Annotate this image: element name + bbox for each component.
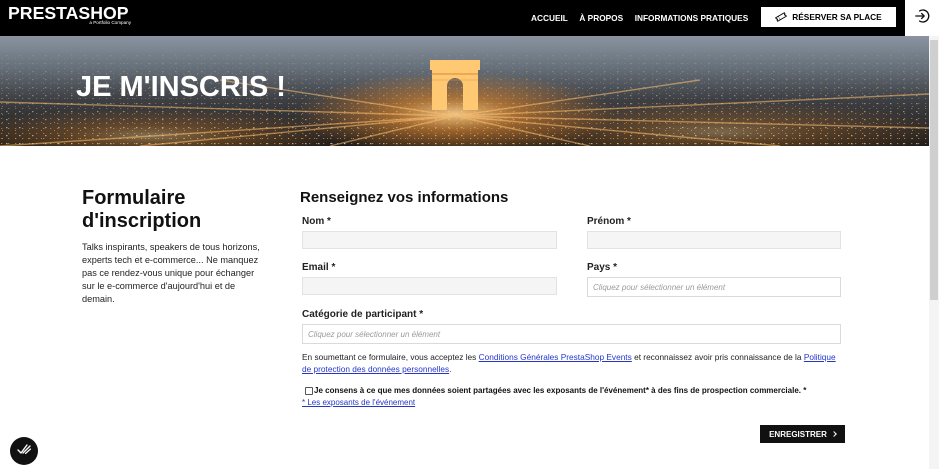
email-input[interactable] <box>302 277 557 295</box>
login-button[interactable] <box>905 0 939 36</box>
ticket-icon <box>775 12 788 22</box>
pays-placeholder: Cliquez pour sélectionner un élément <box>593 282 726 292</box>
reserve-seat-label: RÉSERVER SA PLACE <box>792 12 882 22</box>
login-icon <box>914 8 930 29</box>
intro-title: Formulaire d'inscription <box>82 186 202 232</box>
consent-widget-button[interactable] <box>10 437 38 465</box>
consent-text: Je consens à ce que mes données soient p… <box>314 386 801 395</box>
logo-tagline: a Portfolio Company <box>89 20 131 25</box>
exhibitors-link[interactable]: * Les exposants de l'événement <box>302 398 415 408</box>
chevron-right-icon <box>831 431 837 437</box>
nav-link-accueil[interactable]: ACCUEIL <box>531 13 568 23</box>
legal-text-after: . <box>449 364 452 374</box>
page-scrollbar-thumb[interactable] <box>930 40 938 300</box>
legal-text-middle: et reconnaissez avoir pris connaissance … <box>634 352 802 362</box>
consent-label[interactable]: Je consens à ce que mes données soient p… <box>314 386 806 396</box>
intro-description: Talks inspirants, speakers de tous horiz… <box>82 241 260 304</box>
consent-checkbox[interactable] <box>305 387 313 395</box>
nom-input[interactable] <box>302 231 557 249</box>
page-title: JE M'INSCRIS ! <box>76 71 286 103</box>
email-label: Email * <box>302 262 336 273</box>
terms-link[interactable]: Conditions Générales PrestaShop Events <box>479 352 632 362</box>
legal-text-before: En soumettant ce formulaire, vous accept… <box>302 352 477 362</box>
top-navigation-bar: PRESTASHOP a Portfolio Company ACCUEIL À… <box>0 0 939 36</box>
legal-notice: En soumettant ce formulaire, vous accept… <box>302 351 843 375</box>
categorie-placeholder: Cliquez pour sélectionner un élément <box>308 329 441 339</box>
required-marker: * <box>803 386 807 395</box>
pays-select[interactable]: Cliquez pour sélectionner un élément <box>587 277 841 297</box>
categorie-select[interactable]: Cliquez pour sélectionner un élément <box>302 324 841 344</box>
form-title: Renseignez vos informations <box>300 189 509 206</box>
categorie-label: Catégorie de participant * <box>302 309 424 320</box>
pays-label: Pays * <box>587 262 618 273</box>
nav-link-a-propos[interactable]: À PROPOS <box>579 13 623 23</box>
prenom-input[interactable] <box>587 231 841 249</box>
prenom-label: Prénom * <box>587 216 631 227</box>
consent-widget-icon <box>16 441 32 462</box>
reserve-seat-button[interactable]: RÉSERVER SA PLACE <box>761 7 896 27</box>
hero-banner: JE M'INSCRIS ! <box>0 36 929 146</box>
nom-label: Nom * <box>302 216 331 227</box>
nav-link-informations-pratiques[interactable]: INFORMATIONS PRATIQUES <box>635 13 749 23</box>
main-nav: ACCUEIL À PROPOS INFORMATIONS PRATIQUES <box>531 0 748 36</box>
submit-label: ENREGISTRER <box>769 429 827 439</box>
submit-button[interactable]: ENREGISTRER <box>760 425 845 443</box>
